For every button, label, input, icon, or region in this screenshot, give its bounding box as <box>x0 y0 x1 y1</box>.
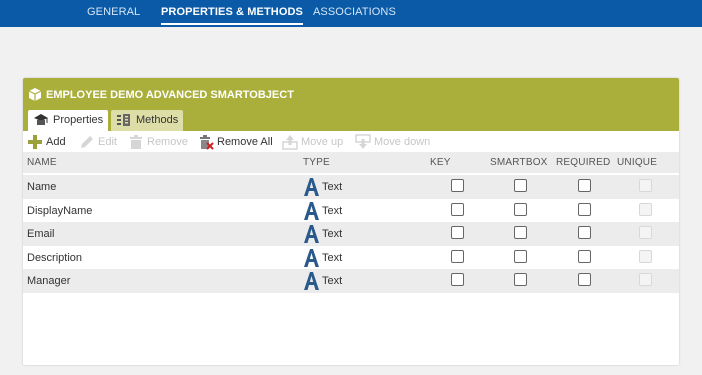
text-type-icon <box>304 272 319 290</box>
tab-methods[interactable]: Methods <box>111 110 183 131</box>
add-button-label: Add <box>46 136 66 148</box>
column-header-key[interactable]: KEY <box>430 157 451 168</box>
table-row[interactable]: Name Text <box>23 175 679 199</box>
unique-checkbox <box>639 249 652 263</box>
key-checkbox[interactable] <box>451 249 464 263</box>
tab-properties-methods-label: PROPERTIES & METHODS <box>161 6 303 18</box>
table-row[interactable]: Manager Text <box>23 269 679 293</box>
property-type: Text <box>322 204 343 217</box>
property-name: Name <box>27 181 57 193</box>
unique-checkbox <box>639 202 652 216</box>
tab-properties-label: Properties <box>53 114 104 126</box>
column-header-name[interactable]: NAME <box>27 157 57 168</box>
panel-title: EMPLOYEE DEMO ADVANCED SMARTOBJECT <box>46 89 294 101</box>
top-nav-bar: GENERAL PROPERTIES & METHODS ASSOCIATION… <box>0 0 702 27</box>
property-name: Description <box>27 251 83 264</box>
cube-icon <box>29 88 41 101</box>
remove-button-label: Remove <box>147 136 188 148</box>
unique-checkbox <box>639 226 652 239</box>
key-checkbox[interactable] <box>451 273 464 286</box>
table-row[interactable]: Description Text <box>23 245 679 269</box>
properties-icon <box>34 114 48 125</box>
tab-associations[interactable]: ASSOCIATIONS <box>313 6 396 18</box>
key-checkbox[interactable] <box>451 226 464 239</box>
smartbox-checkbox[interactable] <box>514 226 527 239</box>
tab-general[interactable]: GENERAL <box>87 6 140 18</box>
toolbar: Add Edit Remove Remove All Move up Move … <box>23 131 679 152</box>
grid-header: NAME TYPE KEY SMARTBOX REQUIRED UNIQUE <box>23 152 679 173</box>
unique-checkbox <box>639 273 652 286</box>
property-name: Email <box>27 228 55 240</box>
smartbox-checkbox[interactable] <box>514 202 527 216</box>
property-type: Text <box>322 275 343 287</box>
required-checkbox[interactable] <box>578 273 591 286</box>
smartbox-checkbox[interactable] <box>514 179 527 192</box>
property-name: Manager <box>27 275 71 287</box>
smartbox-checkbox[interactable] <box>514 273 527 286</box>
panel-header: EMPLOYEE DEMO ADVANCED SMARTOBJECT Prope… <box>23 78 679 131</box>
smartobject-panel: EMPLOYEE DEMO ADVANCED SMARTOBJECT Prope… <box>23 78 679 365</box>
tab-properties[interactable]: Properties <box>28 110 108 131</box>
arrow-down-icon <box>355 134 371 149</box>
edit-button-label: Edit <box>98 136 117 148</box>
tab-properties-methods[interactable]: PROPERTIES & METHODS <box>161 6 303 25</box>
column-header-required[interactable]: REQUIRED <box>556 157 610 168</box>
trash-x-icon <box>200 135 214 150</box>
tab-methods-label: Methods <box>136 114 179 126</box>
pencil-icon <box>81 136 93 148</box>
column-header-unique[interactable]: UNIQUE <box>617 157 657 168</box>
required-checkbox[interactable] <box>578 226 591 239</box>
property-type: Text <box>322 181 343 193</box>
text-type-icon <box>304 178 319 196</box>
active-tab-underline <box>161 23 303 25</box>
table-row[interactable]: DisplayName Text <box>23 198 679 222</box>
property-type: Text <box>322 228 343 240</box>
methods-icon <box>117 114 130 126</box>
unique-checkbox <box>639 179 652 192</box>
text-type-icon <box>304 248 319 267</box>
move-up-button-label: Move up <box>301 136 344 148</box>
property-name: DisplayName <box>27 204 93 217</box>
column-header-smartbox[interactable]: SMARTBOX <box>490 157 548 168</box>
plus-icon <box>28 135 42 149</box>
required-checkbox[interactable] <box>578 202 591 216</box>
remove-all-button-label: Remove All <box>217 136 273 148</box>
arrow-up-icon <box>282 135 298 150</box>
text-type-icon <box>304 201 319 220</box>
property-type: Text <box>322 251 343 264</box>
smartbox-checkbox[interactable] <box>514 249 527 263</box>
required-checkbox[interactable] <box>578 249 591 263</box>
column-header-type[interactable]: TYPE <box>303 157 330 168</box>
text-type-icon <box>304 225 319 243</box>
move-down-button-label: Move down <box>374 136 431 148</box>
table-row[interactable]: Email Text <box>23 222 679 246</box>
tab-associations-label: ASSOCIATIONS <box>313 6 396 18</box>
key-checkbox[interactable] <box>451 179 464 192</box>
trash-icon <box>130 135 142 149</box>
key-checkbox[interactable] <box>451 202 464 216</box>
tab-general-label: GENERAL <box>87 6 141 18</box>
required-checkbox[interactable] <box>578 179 591 192</box>
